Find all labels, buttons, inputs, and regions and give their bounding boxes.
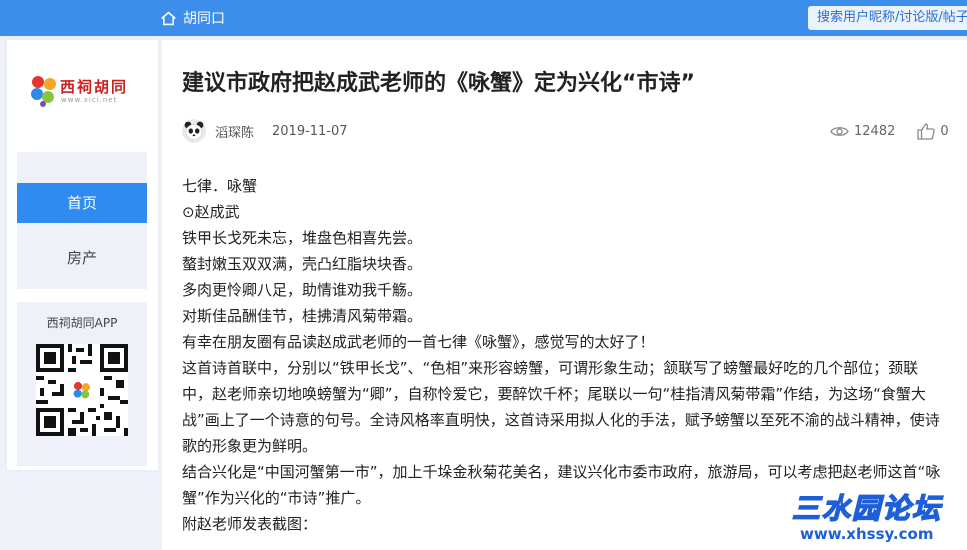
logo-brand: 西祠胡同 <box>60 78 129 96</box>
poem-line: 铁甲长戈死未忘，堆盘色相喜先尝。 <box>182 229 423 247</box>
nav-item-realestate[interactable]: 房产 <box>17 238 147 278</box>
watermark-url: www.xhssy.com <box>800 525 934 543</box>
like-button[interactable]: 0 <box>917 123 949 140</box>
poem-line: 多肉更怜卿八足，助情谁劝我千觞。 <box>182 281 423 299</box>
poem-line: 螯封嫩玉双双满，壳凸红脂块块香。 <box>182 255 423 273</box>
author-name[interactable]: 滔琛陈 <box>215 122 254 141</box>
site-watermark: 三水园论坛 www.xhssy.com <box>786 487 967 550</box>
home-link[interactable]: 胡同口 <box>160 8 225 28</box>
logo-domain: www.xici.net <box>61 96 118 104</box>
logo-pinwheel-icon <box>31 76 56 107</box>
search-input[interactable]: 搜索用户昵称/讨论版/帖子 <box>808 6 967 30</box>
view-count: 12482 <box>854 123 896 139</box>
post-stats: 12482 0 <box>830 120 949 142</box>
qr-code-icon[interactable] <box>36 344 128 436</box>
poem-line: 对斯佳品酬佳节，桂拂清风菊带霜。 <box>182 307 423 325</box>
post-paragraph: 这首诗首联中，分别以“铁甲长戈”、“色相”来形容螃蟹，可谓形象生动；颔联写了螃蟹… <box>182 359 940 455</box>
post-title: 建议市政府把赵成武老师的《咏蟹》定为兴化“市诗” <box>182 71 695 96</box>
app-download-box: 西祠胡同APP <box>17 302 147 466</box>
like-count: 0 <box>940 123 949 139</box>
nav-item-home[interactable]: 首页 <box>17 183 147 223</box>
poem-title: 七律．咏蟹 <box>182 177 258 195</box>
site-logo[interactable]: 西祠胡同 www.xici.net <box>29 72 144 112</box>
post-date: 2019-11-07 <box>272 123 348 139</box>
post-panel: 建议市政府把赵成武老师的《咏蟹》定为兴化“市诗” 滔琛陈 2019-11-07 … <box>162 40 967 550</box>
post-meta: 滔琛陈 2019-11-07 <box>182 119 348 143</box>
sidebar: 西祠胡同 www.xici.net 首页 房产 西祠胡同APP <box>7 40 158 470</box>
thumbs-up-icon <box>917 123 936 140</box>
post-content: 七律．咏蟹 ⊙赵成武 铁甲长戈死未忘，堆盘色相喜先尝。 螯封嫩玉双双满，壳凸红脂… <box>182 173 947 537</box>
watermark-text: 三水园论坛 <box>791 491 943 526</box>
home-label: 胡同口 <box>183 11 225 27</box>
post-paragraph: 有幸在朋友圈有品读赵成武老师的一首七律《咏蟹》，感觉写的太好了！ <box>182 333 655 351</box>
avatar[interactable] <box>182 119 206 143</box>
app-title: 西祠胡同APP <box>46 316 118 330</box>
poem-author: ⊙赵成武 <box>182 203 240 221</box>
top-bar: 胡同口 搜索用户昵称/讨论版/帖子 <box>0 0 967 36</box>
nav-menu: 首页 房产 <box>17 152 147 289</box>
home-icon <box>161 11 176 25</box>
eye-icon <box>830 126 849 136</box>
